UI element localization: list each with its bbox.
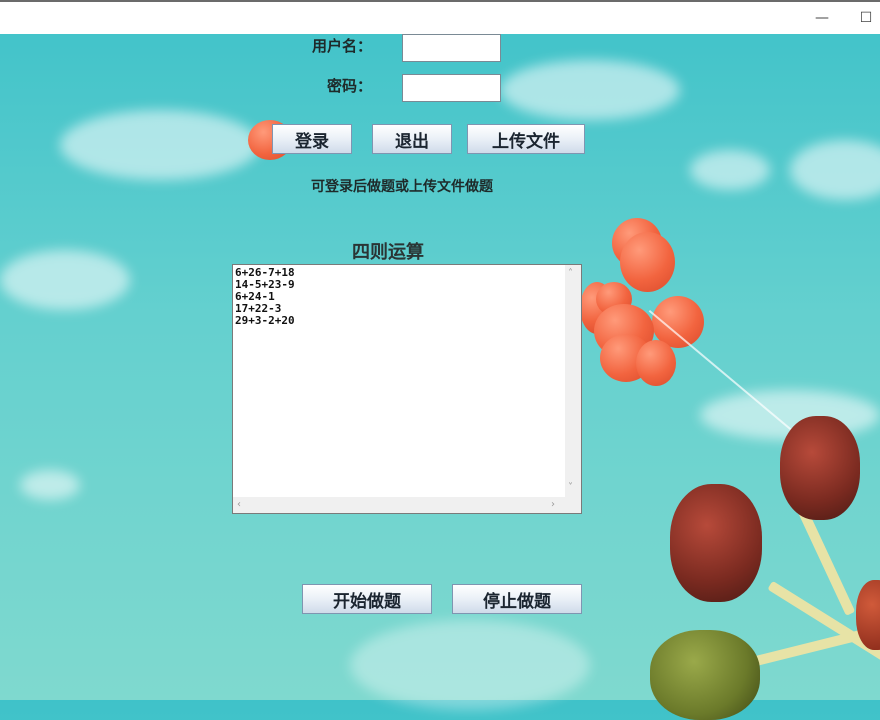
exit-button[interactable]: 退出 [372, 124, 452, 154]
exercise-line: 6+24-1 [235, 290, 275, 303]
stop-exercise-button[interactable]: 停止做题 [452, 584, 582, 614]
maximize-icon[interactable]: ☐ [856, 8, 876, 28]
vertical-scrollbar[interactable]: ˄ ˅ [565, 265, 581, 497]
minimize-icon[interactable]: — [812, 8, 832, 28]
scrollbar-corner [565, 497, 581, 513]
exercise-lines: 6+26-7+18 14-5+23-9 6+24-1 17+22-3 29+3-… [235, 267, 565, 497]
start-exercise-button[interactable]: 开始做题 [302, 584, 432, 614]
password-input[interactable] [402, 74, 501, 102]
scroll-up-icon[interactable]: ˄ [568, 269, 573, 279]
scroll-right-icon[interactable]: › [551, 500, 555, 510]
username-input[interactable] [402, 34, 501, 62]
exercise-textarea[interactable]: 6+26-7+18 14-5+23-9 6+24-1 17+22-3 29+3-… [232, 264, 582, 514]
exercise-line: 29+3-2+20 [235, 314, 295, 327]
exercise-line: 14-5+23-9 [235, 278, 295, 291]
username-label: 用户名： [312, 37, 373, 55]
scroll-down-icon[interactable]: ˅ [568, 483, 573, 493]
login-hint-text: 可登录后做题或上传文件做题 [311, 179, 493, 195]
window-title-bar: — ☐ [0, 0, 880, 34]
exercise-title: 四则运算 [352, 242, 424, 263]
horizontal-scrollbar[interactable]: ‹ › [233, 497, 565, 513]
login-button[interactable]: 登录 [272, 124, 352, 154]
upload-file-button[interactable]: 上传文件 [467, 124, 585, 154]
password-label: 密码： [327, 77, 373, 95]
scroll-left-icon[interactable]: ‹ [237, 500, 241, 510]
